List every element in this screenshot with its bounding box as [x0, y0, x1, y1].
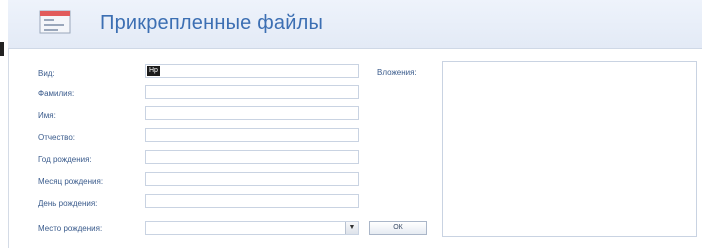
attachments-label: Вложения:: [377, 68, 417, 77]
birthplace-ok-button[interactable]: ОК: [369, 221, 427, 235]
birth-month-field[interactable]: [145, 172, 359, 186]
birth-year-field[interactable]: [145, 150, 359, 164]
field-label-firstname: Имя:: [38, 111, 56, 120]
attachments-box[interactable]: [442, 61, 697, 237]
page-title: Прикрепленные файлы: [100, 12, 324, 34]
field-label-birth-day: День рождения:: [38, 199, 98, 208]
record-selector[interactable]: [0, 42, 4, 56]
form-header: Прикрепленные файлы: [8, 0, 702, 49]
field-label-birthplace: Место рождения:: [38, 224, 103, 233]
birthplace-combo[interactable]: ▼: [145, 221, 359, 235]
patronymic-field[interactable]: [145, 128, 359, 142]
type-field-value: Нр: [147, 66, 160, 76]
field-label-birth-year: Год рождения:: [38, 155, 92, 164]
type-field[interactable]: Нр: [145, 64, 359, 78]
birth-day-field[interactable]: [145, 194, 359, 208]
field-label-birth-month: Месяц рождения:: [38, 177, 104, 186]
lastname-field[interactable]: [145, 85, 359, 99]
chevron-down-icon[interactable]: ▼: [345, 222, 358, 234]
field-label-type: Вид:: [38, 69, 55, 78]
field-label-patronymic: Отчество:: [38, 133, 75, 142]
field-label-lastname: Фамилия:: [38, 89, 75, 98]
firstname-field[interactable]: [145, 106, 359, 120]
form-icon: [39, 10, 71, 34]
